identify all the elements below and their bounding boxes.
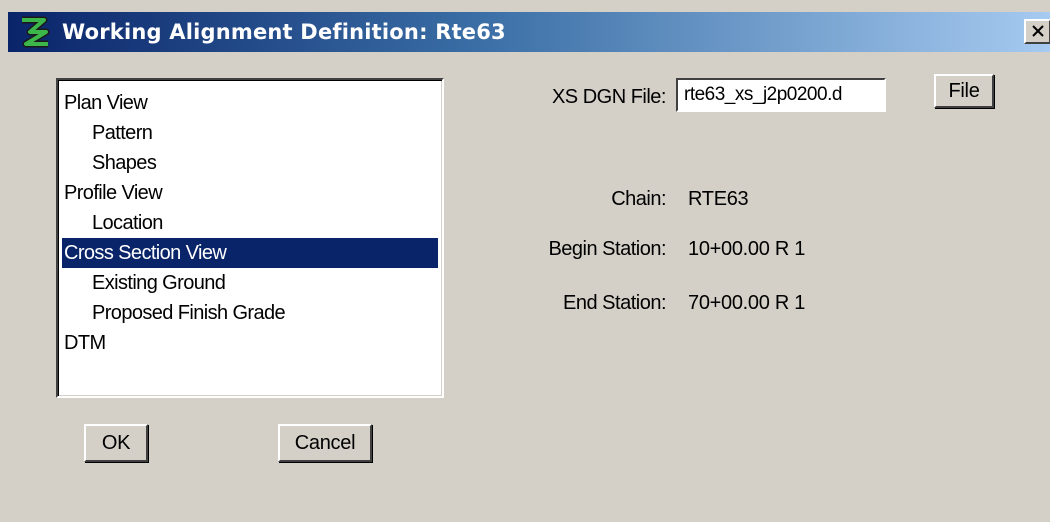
begin-station-label: Begin Station: <box>548 238 666 260</box>
begin-station-value: 10+00.00 R 1 <box>688 238 806 260</box>
chain-value: RTE63 <box>688 188 749 210</box>
tree-item-cross-section-view[interactable]: Cross Section View <box>62 238 438 268</box>
window-title: Working Alignment Definition: Rte63 <box>62 20 506 44</box>
cancel-button[interactable]: Cancel <box>278 424 372 462</box>
tree-item-existing-ground[interactable]: Existing Ground <box>62 268 438 298</box>
end-station-label: End Station: <box>563 292 666 314</box>
tree-item-profile-view[interactable]: Profile View <box>62 178 438 208</box>
title-bar[interactable]: Working Alignment Definition: Rte63 <box>8 12 1050 52</box>
tree-item-plan-view[interactable]: Plan View <box>62 88 438 118</box>
file-browse-button[interactable]: File <box>934 74 994 108</box>
xs-dgn-file-label: XS DGN File: <box>551 86 667 108</box>
chain-label: Chain: <box>611 188 666 210</box>
end-station-value: 70+00.00 R 1 <box>688 292 806 314</box>
tree-item-proposed-finish-grade[interactable]: Proposed Finish Grade <box>62 298 438 328</box>
close-button[interactable] <box>1024 19 1050 44</box>
close-icon <box>1032 25 1044 37</box>
app-icon <box>22 16 50 48</box>
ok-button[interactable]: OK <box>84 424 148 462</box>
tree-item-location[interactable]: Location <box>62 208 438 238</box>
xs-dgn-file-input[interactable] <box>676 78 886 112</box>
dialog-window: Working Alignment Definition: Rte63 Plan… <box>0 0 1050 522</box>
tree-item-shapes[interactable]: Shapes <box>62 148 438 178</box>
view-tree-list[interactable]: Plan View Pattern Shapes Profile View Locati… <box>56 78 444 398</box>
tree-item-pattern[interactable]: Pattern <box>62 118 438 148</box>
tree-items: Plan View Pattern Shapes Profile View Locati… <box>62 88 438 358</box>
tree-item-dtm[interactable]: DTM <box>62 328 438 358</box>
